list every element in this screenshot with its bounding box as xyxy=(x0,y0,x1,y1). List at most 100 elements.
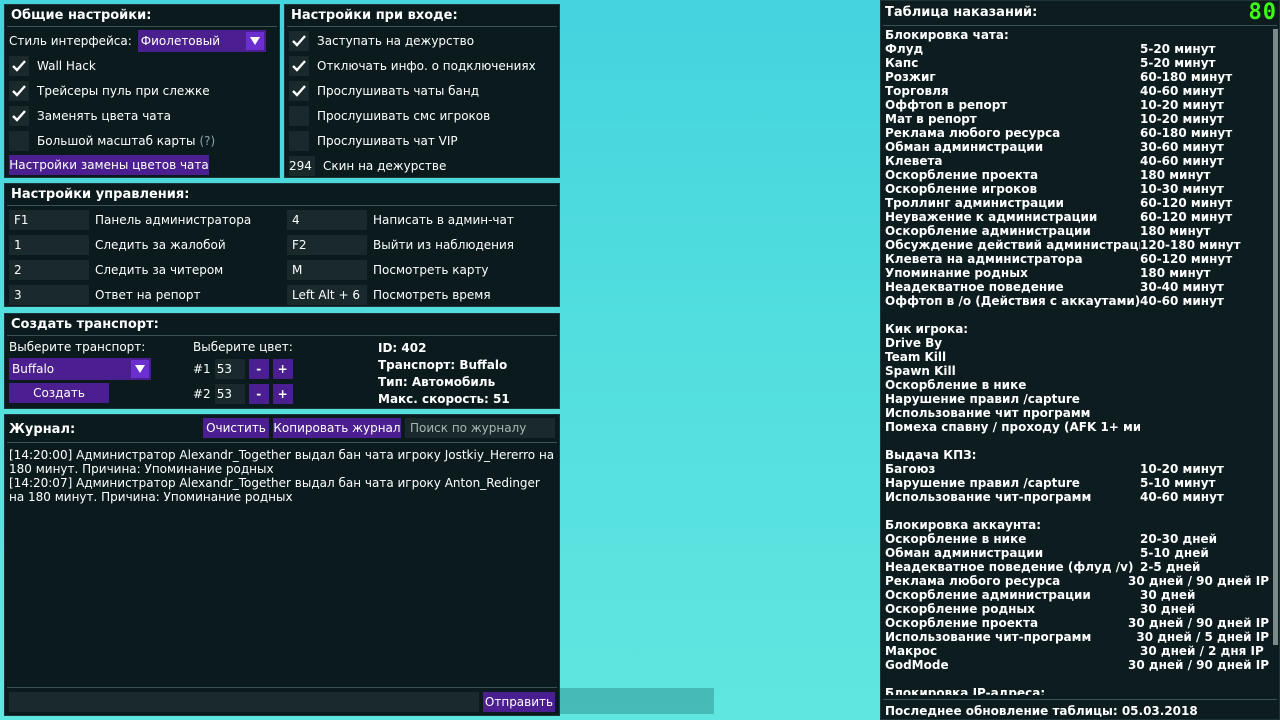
color1-plus-button[interactable]: + xyxy=(272,359,293,379)
violation-name: Spawn Kill xyxy=(885,364,956,378)
disable-connect-info-checkbox[interactable] xyxy=(289,56,309,76)
style-select[interactable]: Фиолетовый xyxy=(137,30,266,52)
journal-panel: Журнал: Очистить Копировать журнал Поиск… xyxy=(4,414,560,716)
punishments-title: Таблица наказаний: xyxy=(885,5,1038,20)
big-map-hint[interactable]: (?) xyxy=(199,134,215,148)
punishment-row: Клевета на администратора 60-120 минут xyxy=(885,252,1269,266)
violation-name: Оскорбление проекта xyxy=(885,168,1039,182)
key-3[interactable]: 3 xyxy=(9,285,89,305)
violation-name: Обман администрации xyxy=(885,140,1044,154)
violation-name: Оскорбление родных xyxy=(885,602,1036,616)
punishment-row: Мат в репорт 10-20 минут xyxy=(885,112,1269,126)
action-admin-chat: Написать в админ-чат xyxy=(373,213,514,227)
color2-plus-button[interactable]: + xyxy=(272,384,293,404)
punishment-row: Упоминание родных 180 минут xyxy=(885,266,1269,280)
copy-journal-button[interactable]: Копировать журнал xyxy=(273,418,401,438)
key-1[interactable]: 1 xyxy=(9,235,89,255)
punishment-duration: 5-10 минут xyxy=(1140,476,1216,490)
punishments-footer: Последнее обновление таблицы: 05.03.2018 xyxy=(885,704,1198,718)
punishment-duration: 40-60 минут xyxy=(1140,154,1224,168)
duty-skin-input[interactable]: 294 xyxy=(289,156,315,176)
punishment-row: Использование чит-программ 30 дней / 5 дн… xyxy=(885,630,1269,644)
punishment-row: Использование чит программ xyxy=(885,406,1269,420)
punishment-row: Розжиг 60-180 минут xyxy=(885,70,1269,84)
violation-name: Торговля xyxy=(885,84,949,98)
style-label: Стиль интерфейса: xyxy=(9,34,132,48)
key-left-alt-6[interactable]: Left Alt + 6 xyxy=(287,285,367,305)
punishment-duration xyxy=(1140,420,1269,434)
violation-name: Клевета на администратора xyxy=(885,252,1083,266)
color2-input[interactable]: 53 xyxy=(214,384,245,404)
vehicle-select[interactable]: Buffalo xyxy=(9,358,151,380)
violation-name: Помеха спавну / проходу (AFK 1+ мин.) xyxy=(885,420,1140,434)
punishment-duration: 180 минут xyxy=(1140,224,1211,238)
violation-name: Оффтоп в /o (Действия с аккаутами) xyxy=(885,294,1140,308)
violation-name: Использование чит программ xyxy=(885,406,1091,420)
gang-chats-label: Прослушивать чаты банд xyxy=(317,84,480,98)
action-exit-spectate: Выйти из наблюдения xyxy=(373,238,515,252)
chat-input[interactable] xyxy=(9,692,479,712)
create-vehicle-button[interactable]: Создать xyxy=(9,383,109,403)
duty-label: Заступать на дежурство xyxy=(317,34,475,48)
chat-colors-settings-button[interactable]: Настройки замены цветов чата xyxy=(9,155,209,175)
punishments-scrollbar[interactable] xyxy=(1273,29,1278,645)
violation-name: Реклама любого ресурса xyxy=(885,574,1061,588)
send-button[interactable]: Отправить xyxy=(483,692,555,712)
punishment-row: Неадекватное поведение 30-40 минут xyxy=(885,280,1269,294)
vip-chat-checkbox[interactable] xyxy=(289,131,309,151)
color1-minus-button[interactable]: - xyxy=(248,359,269,379)
violation-name: Использование чит-программ xyxy=(885,630,1092,644)
color1-label: #1 xyxy=(193,362,211,376)
punishment-row: Флуд 5-20 минут xyxy=(885,42,1269,56)
replace-chat-colors-checkbox[interactable] xyxy=(9,106,29,126)
punishment-row: Обсуждение действий администрации 120-180… xyxy=(885,238,1269,252)
vehicle-transport: Транспорт: Buffalo xyxy=(378,358,508,372)
journal-search-input[interactable]: Поиск по журналу xyxy=(405,418,555,438)
replace-chat-colors-label: Заменять цвета чата xyxy=(37,109,171,123)
vehicle-max-speed: Макс. скорость: 51 xyxy=(378,392,510,406)
punishment-duration: 5-10 дней xyxy=(1140,546,1209,560)
punishments-list[interactable]: Блокировка чата: Флуд 5-20 минут Капс 5-20 м… xyxy=(885,28,1269,695)
punishment-duration: 30-60 минут xyxy=(1140,140,1224,154)
punishment-duration: 60-120 минут xyxy=(1140,210,1233,224)
punishment-duration: 5-20 минут xyxy=(1140,56,1216,70)
chevron-down-icon[interactable] xyxy=(131,360,149,378)
checkmark-icon xyxy=(12,60,26,72)
punishment-row: Макрос 30 дней / 2 дня IP xyxy=(885,644,1269,658)
punishment-row: Spawn Kill xyxy=(885,364,1269,378)
violation-name: Троллинг администрации xyxy=(885,196,1064,210)
punishment-row: Капс 5-20 минут xyxy=(885,56,1269,70)
key-f2[interactable]: F2 xyxy=(287,235,367,255)
clear-journal-button[interactable]: Очистить xyxy=(203,418,269,438)
duty-checkbox[interactable] xyxy=(289,31,309,51)
violation-name: Team Kill xyxy=(885,350,947,364)
key-2[interactable]: 2 xyxy=(9,260,89,280)
color2-minus-button[interactable]: - xyxy=(248,384,269,404)
action-follow-cheater: Следить за читером xyxy=(95,263,224,277)
punishment-row: Обман администрации 30-60 минут xyxy=(885,140,1269,154)
chevron-down-icon[interactable] xyxy=(245,32,264,50)
key-4[interactable]: 4 xyxy=(287,210,367,230)
violation-name: GodMode xyxy=(885,658,949,672)
punishment-duration: 40-60 минут xyxy=(1140,84,1224,98)
gang-chats-checkbox[interactable] xyxy=(289,81,309,101)
violation-name: Оскорбление в нике xyxy=(885,378,1027,392)
key-f1[interactable]: F1 xyxy=(9,210,89,230)
wallhack-checkbox[interactable] xyxy=(9,56,29,76)
fps-counter: 80 xyxy=(1248,0,1277,25)
tracers-checkbox[interactable] xyxy=(9,81,29,101)
punishment-duration: 20-30 дней xyxy=(1140,532,1218,546)
punishment-row: Нарушение правил /capture 5-10 минут xyxy=(885,476,1269,490)
color1-input[interactable]: 53 xyxy=(214,359,245,379)
violation-name: Реклама любого ресурса xyxy=(885,126,1061,140)
key-m[interactable]: M xyxy=(287,260,367,280)
create-vehicle-panel: Создать транспорт: Выберите транспорт: B… xyxy=(4,313,560,409)
sms-checkbox[interactable] xyxy=(289,106,309,126)
violation-name: Обман администрации xyxy=(885,546,1044,560)
disable-connect-info-label: Отключать инфо. о подключениях xyxy=(317,59,536,73)
punishment-row: Неадекватное поведение (флуд /v) 2-5 дней xyxy=(885,560,1269,574)
punishment-row: Оскорбление проекта 30 дней / 90 дней IP xyxy=(885,616,1269,630)
big-map-checkbox[interactable] xyxy=(9,131,29,151)
